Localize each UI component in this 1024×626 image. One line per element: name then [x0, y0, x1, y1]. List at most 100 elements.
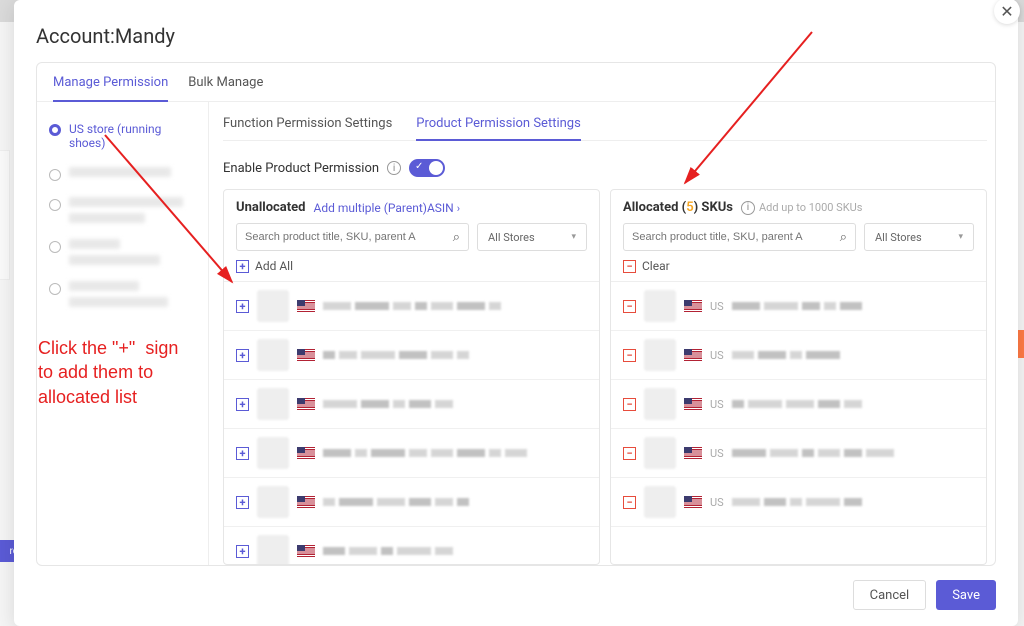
- permission-tabs: Manage Permission Bulk Manage: [37, 63, 995, 102]
- allocated-hint: i Add up to 1000 SKUs: [741, 201, 862, 215]
- add-multiple-asin-link[interactable]: Add multiple (Parent)ASIN ›: [314, 201, 461, 215]
- store-item[interactable]: [49, 161, 196, 191]
- chevron-down-icon: ▾: [958, 232, 963, 242]
- modal-close-button[interactable]: ✕: [994, 0, 1020, 24]
- radio-icon: [49, 199, 61, 211]
- product-thumbnail: [257, 535, 289, 564]
- allocated-search-input[interactable]: [632, 231, 836, 243]
- subtab-function-permission[interactable]: Function Permission Settings: [223, 116, 392, 140]
- allocated-store-filter[interactable]: All Stores▾: [864, 223, 974, 251]
- radio-icon: [49, 124, 61, 136]
- subtab-product-permission[interactable]: Product Permission Settings: [416, 116, 581, 141]
- unallocated-row: +: [224, 527, 599, 564]
- add-product-button[interactable]: +: [236, 447, 249, 460]
- cancel-button[interactable]: Cancel: [853, 580, 927, 610]
- clear-allocated-button[interactable]: −: [623, 260, 636, 273]
- us-flag-icon: [684, 496, 702, 508]
- add-all-label: Add All: [255, 259, 293, 273]
- allocated-search[interactable]: ⌕: [623, 223, 856, 251]
- unallocated-row: +: [224, 282, 599, 331]
- us-flag-icon: [297, 496, 315, 508]
- us-flag-icon: [297, 349, 315, 361]
- product-thumbnail: [257, 388, 289, 420]
- annotation-text: Click the "+" sign to add them to alloca…: [38, 336, 178, 409]
- unallocated-panel: Unallocated Add multiple (Parent)ASIN › …: [223, 189, 600, 565]
- unallocated-row: +: [224, 380, 599, 429]
- remove-product-button[interactable]: −: [623, 398, 636, 411]
- unallocated-search[interactable]: ⌕: [236, 223, 469, 251]
- remove-product-button[interactable]: −: [623, 349, 636, 362]
- product-thumbnail: [257, 290, 289, 322]
- market-label: US: [710, 349, 724, 362]
- us-flag-icon: [684, 349, 702, 361]
- allocated-title: Allocated (5) SKUs: [623, 200, 733, 215]
- store-item[interactable]: [49, 191, 196, 233]
- radio-icon: [49, 241, 61, 253]
- product-thumbnail: [644, 437, 676, 469]
- unallocated-list: + + +: [224, 281, 599, 564]
- permission-subtabs: Function Permission Settings Product Per…: [223, 116, 987, 141]
- unallocated-row: +: [224, 331, 599, 380]
- product-thumbnail: [644, 339, 676, 371]
- add-product-button[interactable]: +: [236, 398, 249, 411]
- radio-icon: [49, 169, 61, 181]
- unallocated-row: +: [224, 478, 599, 527]
- unallocated-search-input[interactable]: [245, 231, 449, 243]
- allocated-list: − US − US: [611, 281, 986, 564]
- radio-icon: [49, 283, 61, 295]
- market-label: US: [710, 300, 724, 313]
- us-flag-icon: [297, 545, 315, 557]
- store-item[interactable]: [49, 275, 196, 317]
- info-icon[interactable]: i: [387, 161, 401, 175]
- allocated-row: − US: [611, 429, 986, 478]
- save-button[interactable]: Save: [936, 580, 996, 610]
- tab-bulk-manage[interactable]: Bulk Manage: [188, 75, 263, 101]
- allocated-row: − US: [611, 380, 986, 429]
- add-product-button[interactable]: +: [236, 545, 249, 558]
- account-permission-modal: ✕ Account:Mandy Manage Permission Bulk M…: [14, 0, 1018, 626]
- check-icon: ✓: [415, 161, 423, 172]
- remove-product-button[interactable]: −: [623, 300, 636, 313]
- market-label: US: [710, 496, 724, 509]
- product-thumbnail: [644, 290, 676, 322]
- product-thumbnail: [257, 486, 289, 518]
- search-icon: ⌕: [453, 230, 460, 245]
- us-flag-icon: [684, 300, 702, 312]
- market-label: US: [710, 398, 724, 411]
- allocated-row: − US: [611, 478, 986, 527]
- us-flag-icon: [297, 398, 315, 410]
- info-icon: i: [741, 201, 755, 215]
- store-item-selected[interactable]: US store (running shoes): [49, 116, 196, 161]
- unallocated-title: Unallocated: [236, 200, 306, 215]
- unallocated-store-filter[interactable]: All Stores▾: [477, 223, 587, 251]
- us-flag-icon: [684, 447, 702, 459]
- us-flag-icon: [684, 398, 702, 410]
- chevron-right-icon: ›: [457, 202, 460, 215]
- allocated-panel: Allocated (5) SKUs i Add up to 1000 SKUs…: [610, 189, 987, 565]
- us-flag-icon: [297, 447, 315, 459]
- remove-product-button[interactable]: −: [623, 447, 636, 460]
- product-thumbnail: [257, 437, 289, 469]
- allocated-row: − US: [611, 282, 986, 331]
- us-flag-icon: [297, 300, 315, 312]
- market-label: US: [710, 447, 724, 460]
- remove-product-button[interactable]: −: [623, 496, 636, 509]
- search-icon: ⌕: [840, 230, 847, 245]
- left-panel-edge: [0, 150, 10, 280]
- add-product-button[interactable]: +: [236, 349, 249, 362]
- product-thumbnail: [257, 339, 289, 371]
- store-list: US store (running shoes): [37, 102, 209, 565]
- product-thumbnail: [644, 388, 676, 420]
- product-thumbnail: [644, 486, 676, 518]
- allocated-row: − US: [611, 331, 986, 380]
- add-product-button[interactable]: +: [236, 496, 249, 509]
- unallocated-row: +: [224, 429, 599, 478]
- store-item[interactable]: [49, 233, 196, 275]
- tab-manage-permission[interactable]: Manage Permission: [53, 75, 168, 102]
- clear-label: Clear: [642, 259, 670, 273]
- modal-title: Account:Mandy: [36, 24, 996, 48]
- chevron-down-icon: ▾: [571, 232, 576, 242]
- add-product-button[interactable]: +: [236, 300, 249, 313]
- enable-product-permission-toggle[interactable]: ✓: [409, 159, 445, 177]
- add-all-button[interactable]: +: [236, 260, 249, 273]
